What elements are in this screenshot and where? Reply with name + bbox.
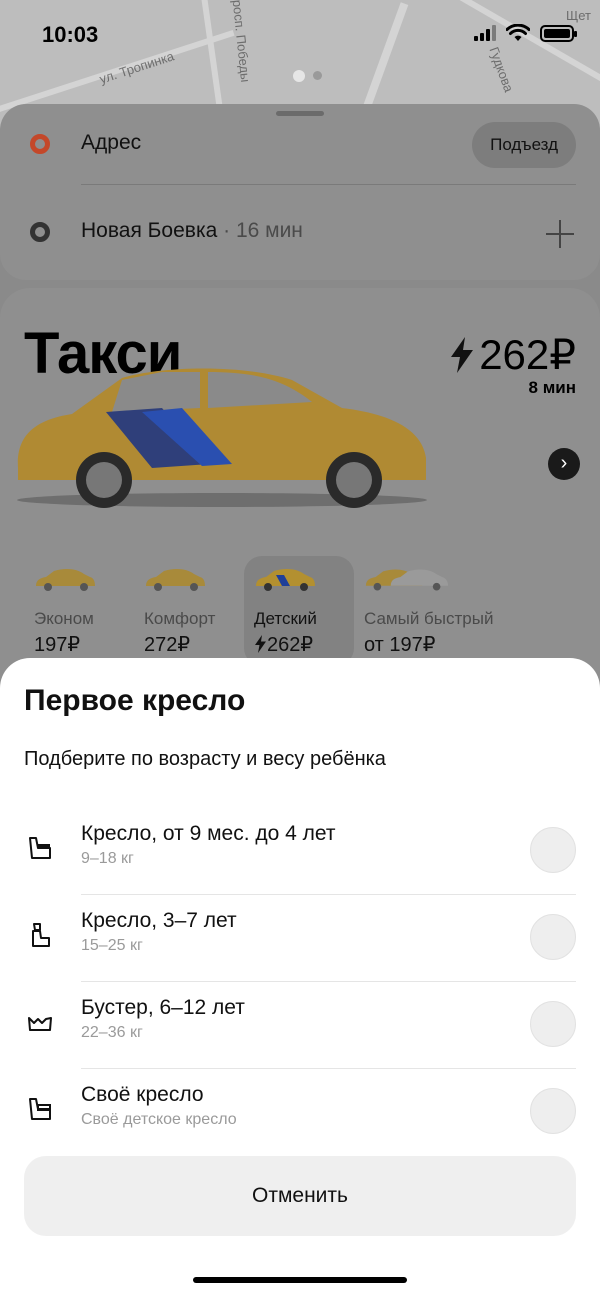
tariff-eta: 8 мин (528, 378, 576, 397)
destination-pin-icon (30, 222, 50, 242)
seat-option-title: Своё кресло (81, 1083, 204, 1106)
seat-option-description: Своё детское кресло (81, 1111, 237, 1128)
tariff-price-value: 262₽ (267, 634, 314, 656)
seat-option-radio[interactable] (530, 1001, 576, 1047)
address-from-row[interactable]: Адрес Подъезд (0, 104, 600, 184)
surge-bolt-icon (451, 336, 474, 373)
page-dot (313, 71, 322, 80)
tariff-name: Самый быстрый (364, 609, 494, 628)
tariff-option-economy[interactable]: Эконом 197₽ (24, 556, 134, 666)
seat-option[interactable]: Кресло, 3–7 лет 15–25 кг (0, 895, 600, 982)
car-seat-icon (32, 923, 50, 947)
tariff-price: 197₽ (34, 634, 81, 656)
tariff-option-child[interactable]: Детский 262₽ (244, 556, 354, 666)
tariff-name: Комфорт (144, 609, 216, 628)
booster-seat-icon (28, 1017, 52, 1031)
seat-option-title: Кресло, от 9 мес. до 4 лет (81, 822, 336, 845)
destination-address: Новая Боевка (81, 219, 218, 242)
tariff-price: 272₽ (144, 634, 191, 656)
tariff-selector: Эконом 197₽ Комфорт 272₽ Детский 262₽ Са… (24, 556, 534, 666)
tariff-price: от 197₽ (364, 634, 436, 656)
car-seat-icon (29, 1098, 51, 1120)
status-time: 10:03 (42, 22, 99, 47)
pickup-address: Адрес (81, 131, 142, 154)
car-icon (256, 569, 315, 591)
car-seat-icon (29, 837, 51, 859)
page-dot-active (293, 70, 305, 82)
destination-eta: · 16 мин (217, 219, 303, 242)
child-seat-sheet: Первое кресло Подберите по возрасту и ве… (0, 658, 600, 1297)
pickup-pin-icon (30, 134, 50, 154)
add-stop-icon[interactable] (546, 220, 574, 248)
seat-option-title: Бустер, 6–12 лет (81, 996, 245, 1019)
tariff-price: 262₽ (254, 632, 344, 657)
seat-option[interactable]: Кресло, от 9 мес. до 4 лет 9–18 кг (0, 808, 600, 895)
wifi-icon (506, 24, 530, 41)
seat-option-title: Кресло, 3–7 лет (81, 909, 237, 932)
seat-option[interactable]: Бустер, 6–12 лет 22–36 кг (0, 982, 600, 1069)
taxi-car-image (17, 368, 427, 508)
divider (81, 184, 576, 185)
seat-option-radio[interactable] (530, 1088, 576, 1134)
car-icon (36, 569, 95, 591)
seat-option-radio[interactable] (530, 914, 576, 960)
entrance-button[interactable]: Подъезд (472, 122, 576, 168)
seat-option-radio[interactable] (530, 827, 576, 873)
address-to-row[interactable]: Новая Боевка · 16 мин (0, 192, 600, 272)
cancel-button[interactable]: Отменить (24, 1156, 576, 1236)
surge-bolt-icon (255, 635, 266, 653)
chevron-right-icon[interactable]: › (548, 448, 580, 480)
page-indicator (293, 70, 322, 82)
sheet-subtitle: Подберите по возрасту и весу ребёнка (24, 748, 386, 770)
status-bar: 10:03 (0, 0, 600, 70)
tariff-price-value: 262₽ (479, 331, 576, 378)
seat-option-weight: 15–25 кг (81, 937, 143, 954)
cellular-signal-icon (474, 25, 496, 41)
sheet-title: Первое кресло (24, 684, 246, 717)
home-indicator[interactable] (193, 1277, 407, 1283)
tariff-name: Детский (254, 609, 317, 628)
tariff-option-fastest[interactable]: Самый быстрый от 197₽ (354, 556, 534, 666)
battery-icon (540, 24, 577, 42)
tariff-card: Такси 262₽ 8 мин › Эконом 197₽ Комфорт 2… (0, 288, 600, 708)
tariff-price: 262₽ (449, 330, 576, 379)
seat-option[interactable]: Своё кресло Своё детское кресло (0, 1069, 600, 1156)
car-icon (146, 569, 205, 591)
tariff-option-comfort[interactable]: Комфорт 272₽ (134, 556, 244, 666)
address-card: Адрес Подъезд Новая Боевка · 16 мин (0, 104, 600, 280)
seat-option-weight: 22–36 кг (81, 1024, 143, 1041)
seat-option-weight: 9–18 кг (81, 850, 134, 867)
cars-icon (365, 569, 449, 591)
tariff-name: Эконом (34, 609, 94, 628)
status-icons (474, 24, 577, 42)
